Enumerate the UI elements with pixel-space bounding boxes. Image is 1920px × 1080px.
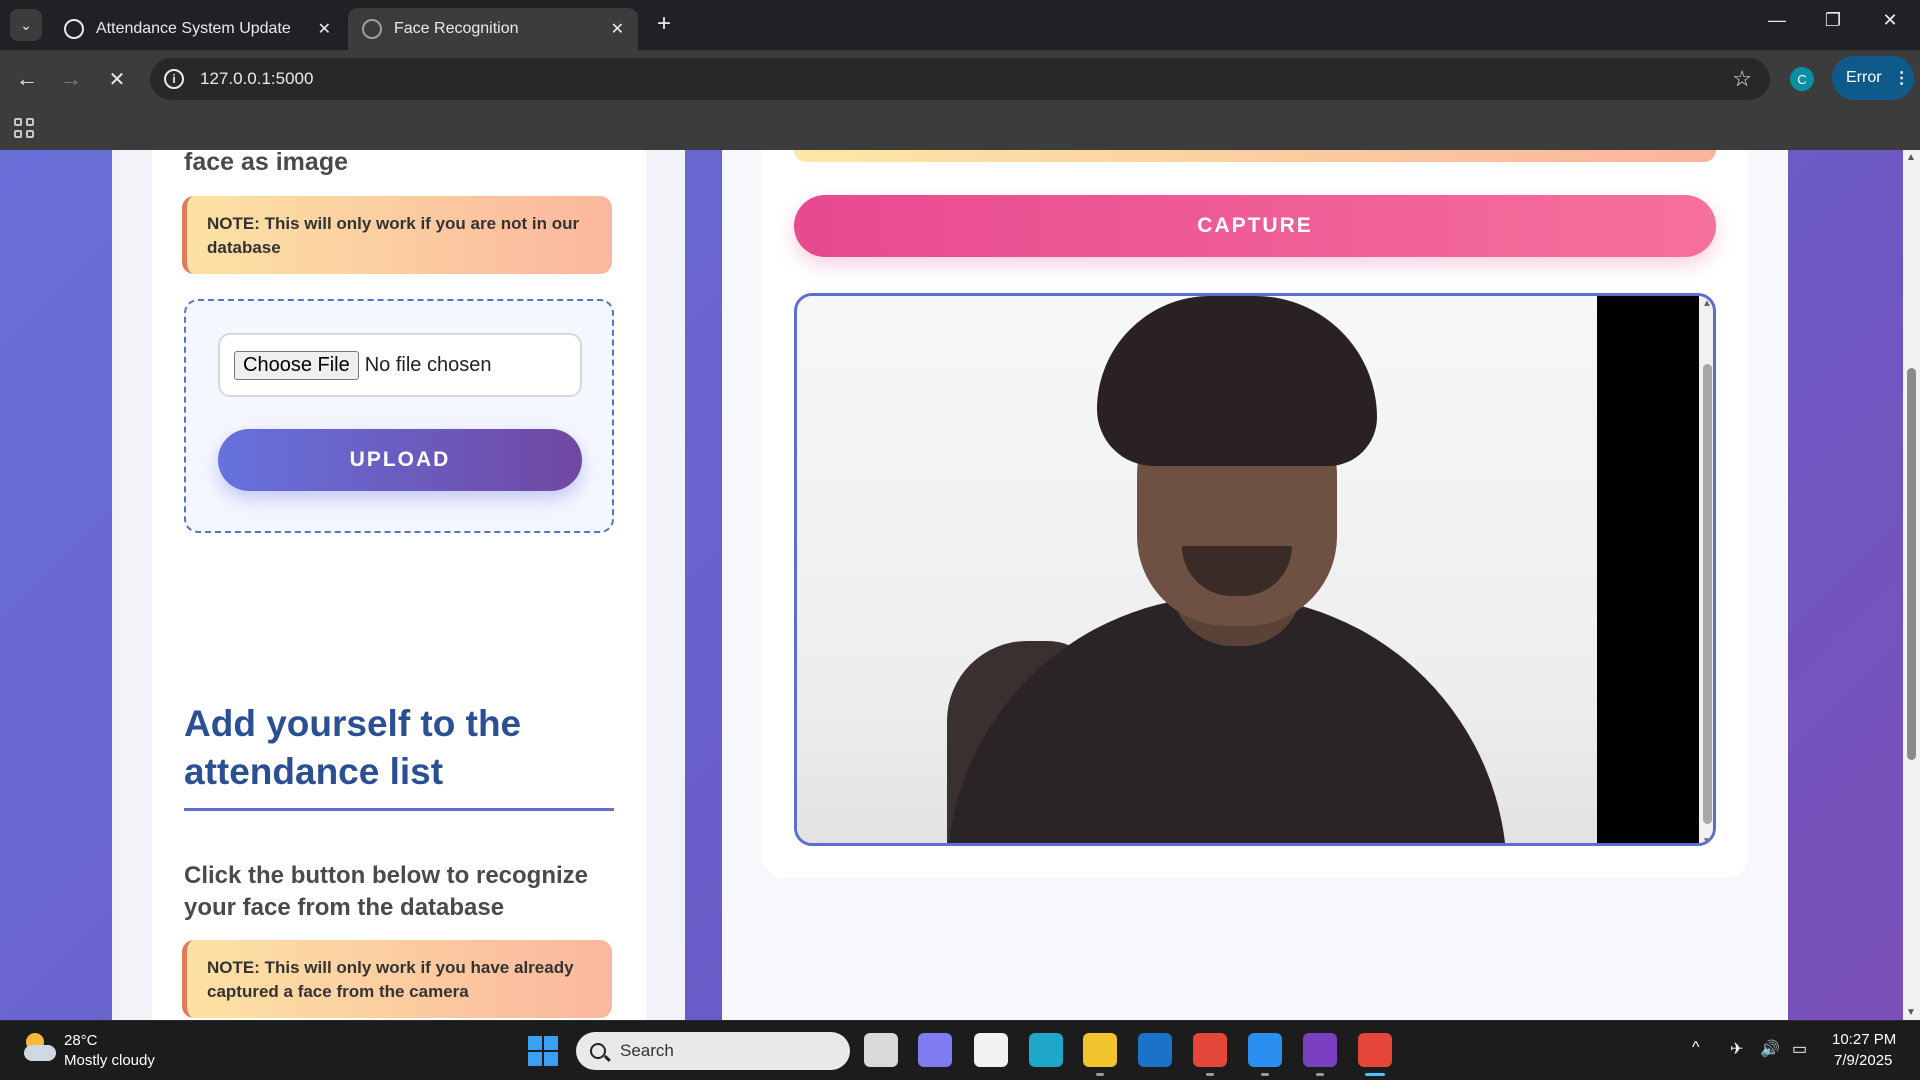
weather-temperature[interactable]: 28°C	[64, 1032, 98, 1049]
add-section-description: Click the button below to recognize your…	[184, 862, 589, 921]
upload-button[interactable]: UPLOAD	[218, 429, 582, 491]
add-section-title: Add yourself to the attendance list	[184, 700, 614, 811]
video-scrollbar[interactable]: ▲ ▼	[1699, 296, 1713, 843]
error-menu-button[interactable]: Error ⋮	[1832, 56, 1914, 100]
battery-icon[interactable]: ▭	[1792, 1039, 1807, 1059]
task-view-icon[interactable]	[864, 1033, 898, 1067]
browser-tab-strip: ⌄ Attendance System Update ✕ Face Recogn…	[0, 0, 1920, 50]
taskbar-search[interactable]: Search	[576, 1032, 850, 1070]
choose-file-button[interactable]: Choose File	[234, 350, 359, 380]
left-column: face as image NOTE: This will only work …	[112, 150, 685, 1020]
status-strip	[794, 150, 1716, 162]
store-icon[interactable]	[974, 1033, 1008, 1067]
chevron-down-icon: ⌄	[20, 16, 32, 33]
running-indicator	[1206, 1073, 1214, 1076]
windows-taskbar: 28°C Mostly cloudy Search ^ ✈ 🔊 ▭ 10:27 …	[0, 1020, 1920, 1080]
error-label: Error	[1846, 69, 1882, 86]
airplane-mode-icon[interactable]: ✈	[1730, 1039, 1743, 1059]
upload-note: NOTE: This will only work if you are not…	[182, 196, 612, 274]
file-status-text: No file chosen	[364, 353, 492, 376]
tab-face-recognition[interactable]: Face Recognition ✕	[348, 8, 638, 50]
running-indicator	[1316, 1073, 1324, 1076]
back-arrow-icon[interactable]: ←	[12, 64, 42, 94]
weather-cloudy-icon[interactable]	[22, 1033, 56, 1063]
page-scroll-thumb[interactable]	[1907, 368, 1916, 760]
site-info-icon[interactable]: i	[164, 69, 184, 89]
stop-loading-icon[interactable]: ✕	[102, 64, 132, 94]
apps-grid-icon[interactable]	[14, 118, 34, 138]
kebab-menu-icon: ⋮	[1893, 70, 1910, 87]
video-scroll-thumb[interactable]	[1703, 364, 1712, 824]
profile-avatar[interactable]: C	[1790, 67, 1814, 91]
page-viewport: face as image NOTE: This will only work …	[0, 150, 1920, 1020]
github-desktop-icon[interactable]	[1303, 1033, 1337, 1067]
page-scroll-down-icon[interactable]: ▼	[1906, 1007, 1916, 1018]
minimize-icon[interactable]: —	[1762, 10, 1792, 31]
weather-condition[interactable]: Mostly cloudy	[64, 1052, 155, 1069]
camera-feed	[797, 296, 1597, 843]
bookmarks-bar	[0, 108, 1920, 150]
copilot-icon[interactable]	[918, 1033, 952, 1067]
bookmark-star-icon[interactable]: ☆	[1732, 66, 1752, 92]
forward-arrow-icon[interactable]: →	[56, 64, 86, 94]
upload-heading: face as image	[184, 150, 348, 176]
chrome-icon[interactable]	[1358, 1033, 1392, 1067]
address-bar[interactable]: i 127.0.0.1:5000 ☆	[150, 58, 1770, 100]
new-tab-button[interactable]: +	[650, 10, 678, 38]
add-section-note: NOTE: This will only work if you have al…	[182, 940, 612, 1018]
browser-toolbar: ← → ✕ i 127.0.0.1:5000 ☆ C Error ⋮	[0, 50, 1920, 108]
tab-attendance-system-update[interactable]: Attendance System Update ✕	[50, 8, 345, 50]
chrome-profile-icon[interactable]	[1193, 1033, 1227, 1067]
edge-icon[interactable]	[1029, 1033, 1063, 1067]
close-tab-icon[interactable]: ✕	[318, 19, 331, 39]
tab-search-button[interactable]: ⌄	[10, 9, 42, 41]
video-letterbox	[1597, 296, 1699, 843]
close-tab-icon[interactable]: ✕	[611, 19, 624, 39]
running-indicator	[1096, 1073, 1104, 1076]
clock-date[interactable]: 7/9/2025	[1834, 1052, 1892, 1069]
tray-chevron-icon[interactable]: ^	[1692, 1039, 1700, 1057]
search-label: Search	[620, 1041, 674, 1060]
url-text[interactable]: 127.0.0.1:5000	[200, 69, 313, 89]
scroll-up-arrow-icon[interactable]: ▲	[1702, 298, 1712, 309]
clock-time[interactable]: 10:27 PM	[1832, 1031, 1896, 1048]
loading-globe-icon	[362, 19, 382, 39]
tab-title: Face Recognition	[394, 20, 519, 37]
file-input[interactable]: Choose File No file chosen	[218, 333, 582, 397]
upload-dropzone[interactable]: Choose File No file chosen UPLOAD	[184, 299, 614, 533]
volume-icon[interactable]: 🔊	[1760, 1039, 1780, 1059]
close-window-icon[interactable]: ✕	[1875, 10, 1905, 31]
tab-title: Attendance System Update	[96, 20, 291, 37]
file-explorer-icon[interactable]	[1083, 1033, 1117, 1067]
capture-button[interactable]: CAPTURE	[794, 195, 1716, 257]
page-scrollbar[interactable]: ▲ ▼	[1903, 150, 1920, 1020]
windows-start-icon[interactable]	[528, 1036, 558, 1066]
openai-icon	[64, 19, 84, 39]
running-indicator	[1261, 1073, 1269, 1076]
search-icon	[590, 1043, 606, 1059]
running-indicator	[1365, 1073, 1385, 1076]
restore-icon[interactable]: ❐	[1818, 10, 1848, 31]
right-column: CAPTURE ▲ ▼	[722, 150, 1788, 1020]
page-scroll-up-icon[interactable]: ▲	[1906, 152, 1916, 163]
person-hair	[1097, 296, 1377, 466]
vscode-icon[interactable]	[1248, 1033, 1282, 1067]
camera-video-frame[interactable]: ▲ ▼	[794, 293, 1716, 846]
outlook-icon[interactable]	[1138, 1033, 1172, 1067]
